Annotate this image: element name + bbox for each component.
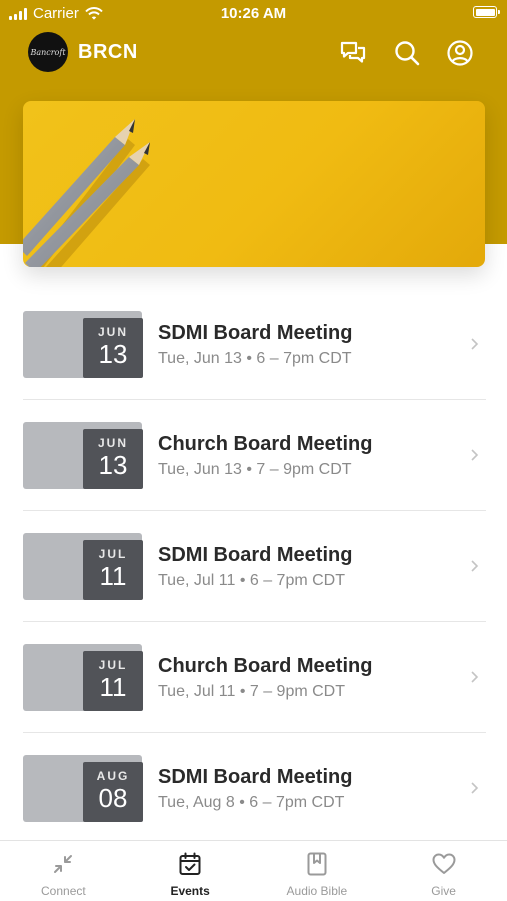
chat-bubbles-icon[interactable] bbox=[338, 38, 368, 68]
event-title: Church Board Meeting bbox=[158, 655, 373, 677]
arrows-collapse-icon bbox=[54, 855, 73, 873]
event-row[interactable]: JUN 13 Church Board Meeting Tue, Jun 13 … bbox=[0, 400, 507, 511]
event-row[interactable]: JUN 13 SDMI Board Meeting Tue, Jun 13 • … bbox=[0, 289, 507, 400]
tab-bar: Connect Events Audio Bible Give bbox=[0, 840, 507, 901]
event-title: Church Board Meeting bbox=[158, 433, 373, 455]
date-badge: JUN 13 bbox=[83, 429, 143, 489]
chevron-right-icon bbox=[471, 338, 479, 350]
event-datetime: Tue, Jun 13 • 7 – 9pm CDT bbox=[158, 461, 352, 478]
date-badge: AUG 08 bbox=[83, 762, 143, 822]
search-icon[interactable] bbox=[392, 38, 422, 68]
tab-audio-bible[interactable]: Audio Bible bbox=[254, 841, 381, 901]
date-badge: JUN 13 bbox=[83, 318, 143, 378]
date-day: 08 bbox=[98, 783, 128, 813]
date-month: JUL bbox=[98, 547, 128, 561]
tab-events[interactable]: Events bbox=[127, 841, 254, 901]
event-title: SDMI Board Meeting bbox=[158, 544, 353, 566]
event-row[interactable]: JUL 11 Church Board Meeting Tue, Jul 11 … bbox=[0, 622, 507, 733]
chevron-right-icon bbox=[471, 671, 479, 683]
date-day: 11 bbox=[99, 672, 127, 702]
tab-label: Audio Bible bbox=[286, 884, 348, 898]
event-row[interactable]: AUG 08 SDMI Board Meeting Tue, Aug 8 • 6… bbox=[0, 733, 507, 844]
event-list: JUN 13 SDMI Board Meeting Tue, Jun 13 • … bbox=[0, 289, 507, 844]
chevron-right-icon bbox=[471, 449, 479, 461]
hero-image bbox=[23, 101, 485, 267]
event-datetime: Tue, Jul 11 • 7 – 9pm CDT bbox=[158, 683, 346, 700]
date-month: AUG bbox=[96, 769, 130, 783]
event-datetime: Tue, Jun 13 • 6 – 7pm CDT bbox=[158, 350, 352, 367]
event-datetime: Tue, Jul 11 • 6 – 7pm CDT bbox=[158, 572, 346, 589]
event-datetime: Tue, Aug 8 • 6 – 7pm CDT bbox=[158, 794, 345, 811]
app-title: BRCN bbox=[78, 41, 138, 63]
tab-label: Connect bbox=[41, 884, 86, 898]
battery-icon bbox=[473, 6, 500, 18]
heart-icon bbox=[432, 853, 456, 874]
bookmark-book-icon bbox=[307, 852, 327, 876]
event-title: SDMI Board Meeting bbox=[158, 766, 353, 788]
app-header: Bancroft BRCN bbox=[0, 28, 507, 78]
account-icon[interactable] bbox=[445, 38, 475, 68]
date-day: 11 bbox=[99, 561, 127, 591]
date-month: JUL bbox=[98, 658, 128, 672]
event-row[interactable]: JUL 11 SDMI Board Meeting Tue, Jul 11 • … bbox=[0, 511, 507, 622]
tab-label: Give bbox=[431, 884, 456, 898]
date-day: 13 bbox=[98, 450, 128, 480]
chevron-right-icon bbox=[471, 782, 479, 794]
date-day: 13 bbox=[98, 339, 128, 369]
chevron-right-icon bbox=[471, 560, 479, 572]
status-bar: Carrier 10:26 AM bbox=[0, 0, 507, 28]
pencils-image bbox=[23, 119, 150, 267]
date-badge: JUL 11 bbox=[83, 651, 143, 711]
tab-give[interactable]: Give bbox=[380, 841, 507, 901]
church-logo[interactable]: Bancroft bbox=[28, 32, 68, 72]
event-title: SDMI Board Meeting bbox=[158, 322, 353, 344]
date-badge: JUL 11 bbox=[83, 540, 143, 600]
date-month: JUN bbox=[97, 436, 128, 450]
status-time: 10:26 AM bbox=[220, 5, 287, 22]
date-month: JUN bbox=[97, 325, 128, 339]
tab-label: Events bbox=[170, 884, 210, 898]
tab-connect[interactable]: Connect bbox=[0, 841, 127, 901]
calendar-check-icon bbox=[179, 852, 201, 875]
